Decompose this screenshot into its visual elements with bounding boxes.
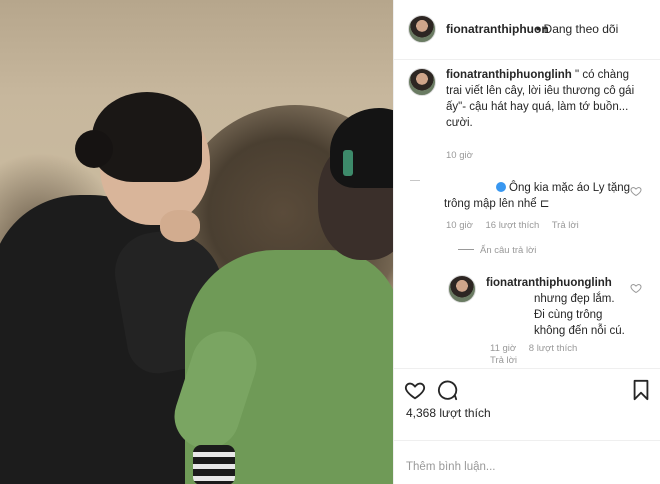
post-header: fionatranthiphuon • Đang theo dõi xyxy=(394,0,660,60)
hide-replies-link[interactable]: Ẩn câu trả lời xyxy=(458,245,536,256)
comment-2: Ông kia mặc áo Ly tặng trông mập lên nhể… xyxy=(444,180,634,212)
reply-divider xyxy=(410,180,420,181)
comment-3: fionatranthiphuonglinh nhưng đẹp lắm. Đi… xyxy=(486,275,626,339)
hide-replies-bar xyxy=(458,249,474,250)
heart-icon[interactable] xyxy=(404,379,426,401)
striped-shoe xyxy=(193,445,235,484)
header-avatar[interactable] xyxy=(408,15,436,43)
header-username[interactable]: fionatranthiphuon xyxy=(446,22,549,36)
comment-avatar[interactable] xyxy=(408,68,436,96)
like-count[interactable]: 4,368 lượt thích xyxy=(406,406,491,420)
action-bar: 4,368 lượt thích xyxy=(394,368,660,438)
comment-avatar[interactable] xyxy=(448,275,476,303)
hair-bun xyxy=(75,130,113,168)
add-comment-bar[interactable]: Thêm bình luận... xyxy=(394,440,660,484)
woman-hand xyxy=(160,210,200,242)
comment-time[interactable]: 10 giờ xyxy=(446,150,473,161)
follow-status[interactable]: • Đang theo dõi xyxy=(536,22,618,36)
bookmark-icon[interactable] xyxy=(630,379,652,401)
comment-text: nhưng đẹp lắm. Đi cùng trông không đến n… xyxy=(534,293,625,337)
verified-badge-icon xyxy=(496,182,506,192)
post-photo[interactable] xyxy=(0,0,393,484)
heart-icon[interactable] xyxy=(630,185,642,197)
comment-text: Ông kia mặc áo Ly tặng trông mập lên nhể… xyxy=(444,182,631,210)
cap-strap xyxy=(343,150,353,176)
reply-link[interactable]: Trả lời xyxy=(552,220,579,231)
hide-replies-label: Ẩn câu trả lời xyxy=(480,245,537,256)
comment-meta: 11 giờ 8 lượt thích Trả lời xyxy=(490,343,587,367)
comment-likes[interactable]: 8 lượt thích xyxy=(529,343,578,354)
comment-icon[interactable] xyxy=(436,379,458,401)
comment-time[interactable]: 11 giờ xyxy=(490,343,516,354)
comment-1: fionatranthiphuonglinh " có chàng trai v… xyxy=(446,67,646,131)
reply-link[interactable]: Trả lời xyxy=(490,355,517,366)
comment-username[interactable]: fionatranthiphuonglinh xyxy=(486,277,612,289)
add-comment-input[interactable]: Thêm bình luận... xyxy=(406,461,496,473)
post-sidebar: fionatranthiphuon • Đang theo dõi fionat… xyxy=(393,0,660,484)
comment-likes[interactable]: 16 lượt thích xyxy=(485,220,539,231)
comment-username[interactable]: fionatranthiphuonglinh xyxy=(446,69,572,81)
comment-time[interactable]: 10 giờ xyxy=(446,220,473,231)
comment-meta: 10 giờ 16 lượt thích Trả lời xyxy=(446,220,589,231)
heart-icon[interactable] xyxy=(630,282,642,294)
